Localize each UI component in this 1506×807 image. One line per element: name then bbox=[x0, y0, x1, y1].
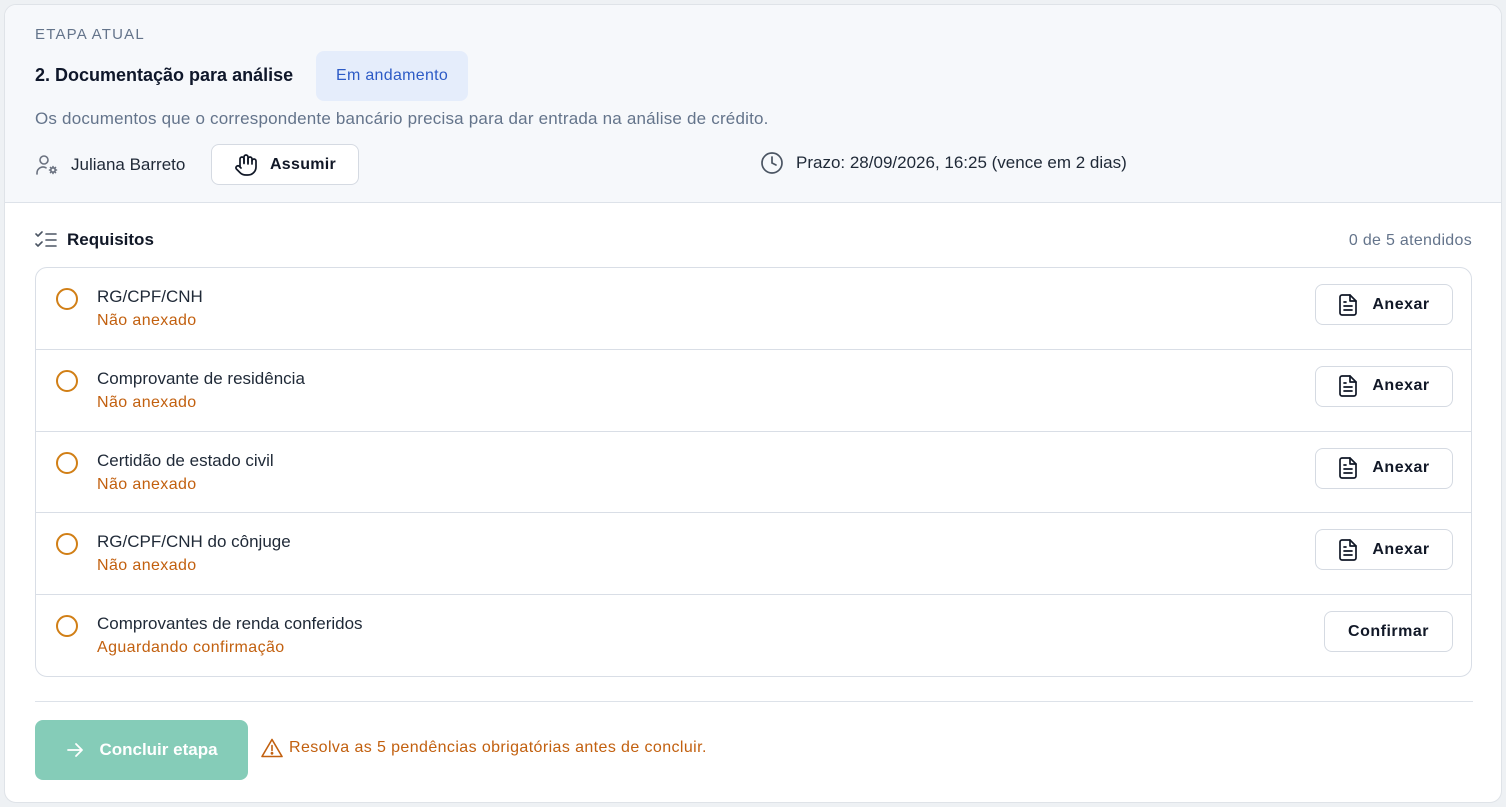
stage-header: ETAPA ATUAL 2. Documentação para análise… bbox=[5, 5, 1501, 203]
attach-button[interactable]: Anexar bbox=[1315, 284, 1453, 325]
warning-icon bbox=[261, 738, 283, 758]
requirements-title: Requisitos bbox=[35, 230, 154, 250]
status-badge: Em andamento bbox=[316, 51, 469, 101]
requirements-header: Requisitos 0 de 5 atendidos bbox=[35, 230, 1472, 254]
list-item: RG/CPF/CNH do cônjuge Não anexado Anexar bbox=[36, 513, 1471, 596]
confirm-button[interactable]: Confirmar bbox=[1324, 611, 1453, 653]
user-settings-icon bbox=[35, 152, 61, 178]
requirement-label: Comprovante de residência bbox=[97, 368, 305, 388]
attach-button[interactable]: Anexar bbox=[1315, 365, 1453, 407]
stage-eyebrow: ETAPA ATUAL bbox=[35, 26, 145, 43]
list-item: Comprovante de residência Não anexado An… bbox=[36, 350, 1471, 432]
conclude-stage-button[interactable]: Concluir etapa bbox=[35, 720, 248, 780]
document-icon bbox=[1338, 293, 1358, 316]
stage-description: Os documentos que o correspondente bancá… bbox=[35, 109, 769, 128]
requirement-label: Comprovantes de renda conferidos bbox=[97, 614, 363, 634]
requirement-state: Não anexado bbox=[97, 312, 197, 329]
warning-text: Resolva as 5 pendências obrigatórias ant… bbox=[289, 739, 707, 756]
stage-card: ETAPA ATUAL 2. Documentação para análise… bbox=[4, 4, 1502, 803]
requirement-state: Aguardando confirmação bbox=[97, 639, 285, 657]
pending-warning: Resolva as 5 pendências obrigatórias ant… bbox=[261, 738, 707, 758]
attach-label: Anexar bbox=[1372, 459, 1430, 477]
requirements-count: 0 de 5 atendidos bbox=[1348, 232, 1472, 249]
list-item: Comprovantes de renda conferidos Aguarda… bbox=[36, 595, 1471, 676]
attach-button[interactable]: Anexar bbox=[1315, 447, 1453, 489]
requirements-title-label: Requisitos bbox=[67, 230, 154, 249]
deadline: Prazo: 28/09/2026, 16:25 (vence em 2 dia… bbox=[760, 151, 1127, 175]
document-icon bbox=[1338, 457, 1358, 479]
attach-label: Anexar bbox=[1372, 295, 1430, 313]
assignee: Juliana Barreto bbox=[35, 149, 185, 181]
conclude-label: Concluir etapa bbox=[99, 740, 218, 759]
checklist-icon bbox=[35, 230, 57, 250]
deadline-text: Prazo: 28/09/2026, 16:25 (vence em 2 dia… bbox=[796, 153, 1127, 172]
pending-circle-icon bbox=[56, 615, 78, 638]
list-item: Certidão de estado civil Não anexado Ane… bbox=[36, 432, 1471, 514]
attach-button[interactable]: Anexar bbox=[1315, 529, 1453, 571]
document-icon bbox=[1338, 375, 1358, 398]
footer-divider bbox=[35, 701, 1473, 702]
assignee-name: Juliana Barreto bbox=[71, 155, 186, 174]
hand-icon bbox=[234, 153, 258, 177]
assume-label: Assumir bbox=[269, 155, 337, 173]
document-icon bbox=[1338, 539, 1358, 561]
requirement-label: RG/CPF/CNH do cônjuge bbox=[97, 532, 291, 552]
arrow-right-icon bbox=[65, 740, 85, 760]
clock-icon bbox=[760, 151, 784, 175]
assume-button[interactable]: Assumir bbox=[211, 144, 359, 185]
stage-title: 2. Documentação para análise bbox=[35, 65, 294, 85]
pending-circle-icon bbox=[56, 369, 78, 392]
list-item: RG/CPF/CNH Não anexado Anexar bbox=[36, 268, 1471, 350]
requirement-label: Certidão de estado civil bbox=[97, 450, 274, 470]
pending-circle-icon bbox=[56, 533, 78, 556]
requirement-state: Não anexado bbox=[97, 475, 197, 493]
pending-circle-icon bbox=[56, 451, 78, 474]
requirement-state: Não anexado bbox=[97, 557, 197, 575]
requirements-list: RG/CPF/CNH Não anexado Anexar Comprovant… bbox=[35, 267, 1472, 677]
requirement-label: RG/CPF/CNH bbox=[97, 287, 203, 306]
attach-label: Anexar bbox=[1372, 540, 1430, 558]
attach-label: Anexar bbox=[1372, 377, 1430, 395]
requirement-state: Não anexado bbox=[97, 393, 197, 411]
pending-circle-icon bbox=[56, 288, 78, 310]
